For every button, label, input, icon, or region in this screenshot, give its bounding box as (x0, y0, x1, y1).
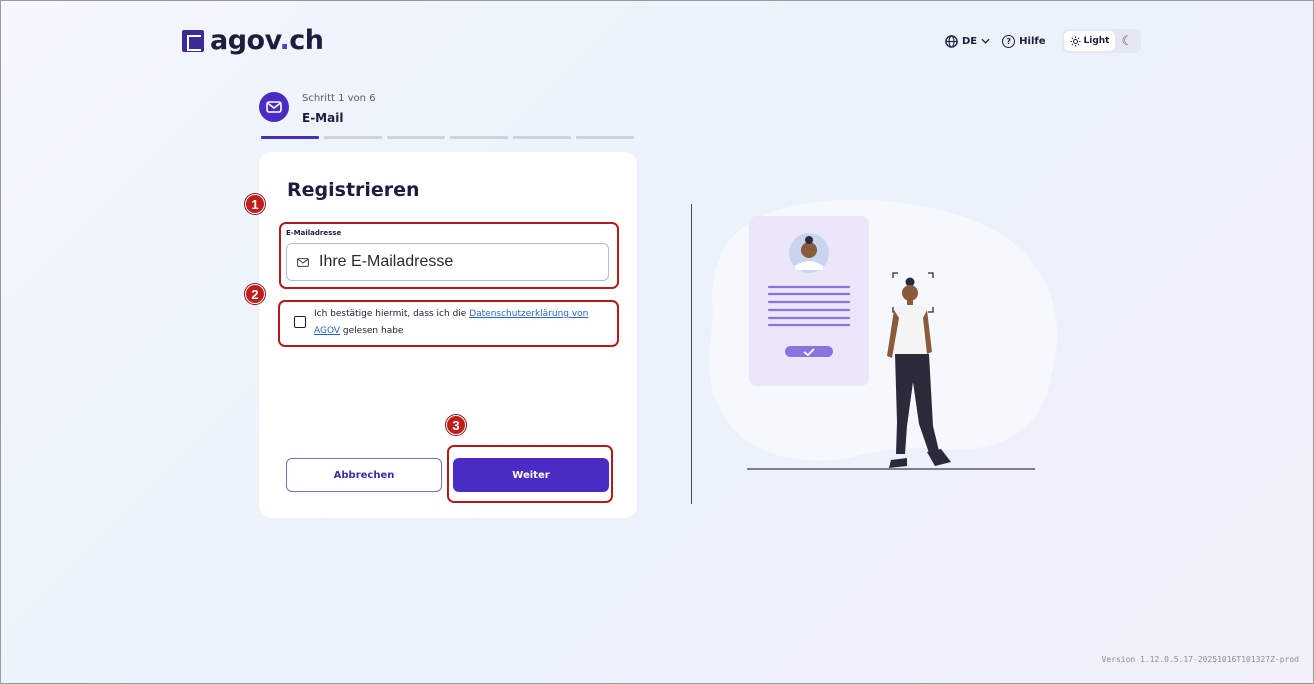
page-title: Registrieren (287, 179, 420, 201)
theme-toggle[interactable]: Light ☾ (1061, 29, 1142, 53)
help-label: Hilfe (1019, 35, 1046, 47)
step-bar (576, 136, 634, 139)
step-bar (450, 136, 508, 139)
moon-icon: ☾ (1121, 33, 1134, 49)
help-link[interactable]: ? Hilfe (1002, 34, 1046, 48)
step-title: E-Mail (302, 111, 344, 125)
chevron-down-icon (981, 38, 990, 44)
language-selector[interactable]: DE (945, 34, 990, 48)
step-counter: Schritt 1 von 6 (302, 93, 376, 104)
step-bar (324, 136, 382, 139)
step-bar (387, 136, 445, 139)
logo-text: agov.ch (210, 25, 324, 56)
app-window: agov.ch DE ? Hilfe Light ☾ Schritt 1 von… (0, 0, 1314, 684)
step-bar (513, 136, 571, 139)
annotation-badge-2: 2 (245, 284, 265, 304)
annotation-badge-3: 3 (446, 415, 466, 435)
theme-light-label: Light (1083, 36, 1110, 46)
highlight-consent (278, 300, 619, 347)
step-bar (261, 136, 319, 139)
annotation-badge-1: 1 (245, 194, 265, 214)
agov-logo[interactable]: agov.ch (182, 25, 324, 56)
cancel-button[interactable]: Abbrechen (286, 458, 442, 492)
envelope-step-icon (259, 92, 289, 122)
highlight-email (279, 222, 619, 289)
theme-light-button[interactable]: Light (1063, 31, 1116, 51)
step-progress (261, 136, 634, 139)
logo-icon (182, 29, 204, 52)
sun-icon (1069, 35, 1081, 47)
theme-dark-button[interactable]: ☾ (1115, 34, 1139, 49)
language-label: DE (962, 35, 978, 47)
top-navigation: DE ? Hilfe Light ☾ (945, 29, 1142, 53)
version-text: Version 1.12.0.5.17-20251016T101327Z-pro… (1101, 655, 1299, 664)
identity-illustration (708, 199, 1057, 470)
question-circle-icon: ? (1002, 34, 1016, 48)
vertical-divider (691, 204, 692, 504)
globe-icon (945, 34, 958, 48)
highlight-next (447, 445, 613, 503)
